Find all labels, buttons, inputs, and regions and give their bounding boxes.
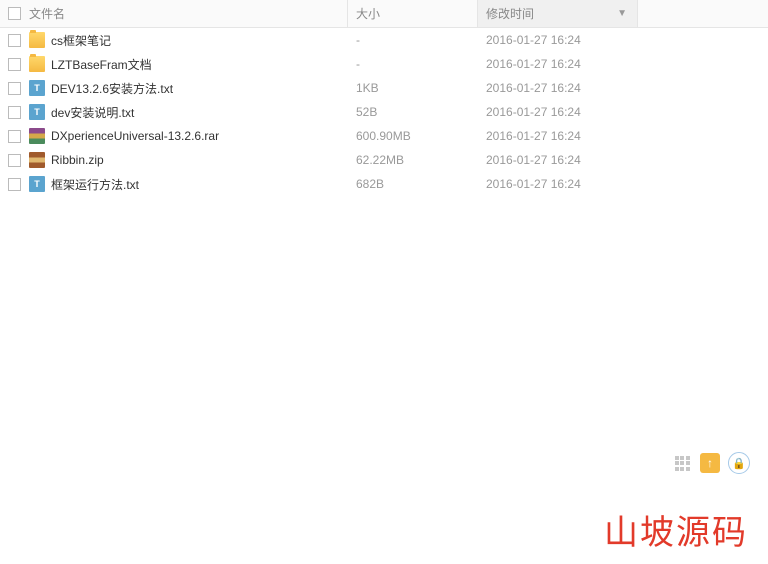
rar-icon — [29, 128, 45, 144]
file-row[interactable]: DXperienceUniversal-13.2.6.rar 600.90MB20… — [0, 124, 768, 148]
file-row[interactable]: Tdev安装说明.txt52B2016-01-27 16:24 — [0, 100, 768, 124]
file-size-cell: 682B — [348, 177, 478, 191]
file-list: cs框架笔记-2016-01-27 16:24LZTBaseFram文档-201… — [0, 28, 768, 196]
row-checkbox[interactable] — [8, 178, 21, 191]
file-row[interactable]: cs框架笔记 -2016-01-27 16:24 — [0, 28, 768, 52]
watermark-text: 山坡源码 — [604, 505, 748, 554]
table-header: 文件名 大小 修改时间 ▼ — [0, 0, 768, 28]
file-mtime-cell: 2016-01-27 16:24 — [478, 33, 638, 47]
upload-button[interactable]: ↑ — [700, 453, 720, 473]
file-size-cell: 1KB — [348, 81, 478, 95]
file-mtime-cell: 2016-01-27 16:24 — [478, 105, 638, 119]
file-size-cell: - — [348, 57, 478, 71]
zip-icon — [29, 152, 45, 168]
row-checkbox[interactable] — [8, 154, 21, 167]
file-size-cell: 52B — [348, 105, 478, 119]
column-label: 修改时间 — [486, 5, 534, 22]
column-header-mtime[interactable]: 修改时间 ▼ — [478, 0, 638, 27]
file-name-cell: T 框架运行方法.txt — [0, 176, 348, 193]
txt-icon: T — [29, 176, 45, 192]
select-all-checkbox[interactable] — [8, 7, 21, 20]
file-name-cell: cs框架笔记 — [0, 32, 348, 49]
file-name: cs框架笔记 — [51, 32, 111, 49]
row-checkbox[interactable] — [8, 34, 21, 47]
column-header-name[interactable]: 文件名 — [0, 0, 348, 27]
file-name: Ribbin.zip — [51, 153, 104, 167]
file-mtime-cell: 2016-01-27 16:24 — [478, 129, 638, 143]
grid-view-button[interactable] — [672, 453, 692, 473]
file-row[interactable]: T DEV13.2.6安装方法.txt 1KB2016-01-27 16:24 — [0, 76, 768, 100]
file-name: LZTBaseFram文档 — [51, 56, 152, 73]
txt-icon: T — [29, 80, 45, 96]
view-controls: ↑ 🔒 — [672, 452, 750, 474]
lock-button[interactable]: 🔒 — [728, 452, 750, 474]
file-row[interactable]: T 框架运行方法.txt 682B2016-01-27 16:24 — [0, 172, 768, 196]
file-row[interactable]: LZTBaseFram文档 -2016-01-27 16:24 — [0, 52, 768, 76]
file-name-cell: T DEV13.2.6安装方法.txt — [0, 80, 348, 97]
folder-icon — [29, 56, 45, 72]
file-name-cell: LZTBaseFram文档 — [0, 56, 348, 73]
file-mtime-cell: 2016-01-27 16:24 — [478, 57, 638, 71]
grid-view-icon — [675, 456, 690, 471]
column-header-size[interactable]: 大小 — [348, 0, 478, 27]
column-label: 大小 — [356, 5, 380, 22]
row-checkbox[interactable] — [8, 58, 21, 71]
folder-icon — [29, 32, 45, 48]
lock-icon: 🔒 — [732, 457, 746, 470]
file-mtime-cell: 2016-01-27 16:24 — [478, 153, 638, 167]
upload-icon: ↑ — [707, 456, 713, 470]
file-name: dev安装说明.txt — [51, 104, 134, 121]
file-mtime-cell: 2016-01-27 16:24 — [478, 177, 638, 191]
row-checkbox[interactable] — [8, 106, 21, 119]
file-name: DEV13.2.6安装方法.txt — [51, 80, 173, 97]
column-label: 文件名 — [29, 5, 65, 22]
row-checkbox[interactable] — [8, 82, 21, 95]
file-mtime-cell: 2016-01-27 16:24 — [478, 81, 638, 95]
file-name-cell: DXperienceUniversal-13.2.6.rar — [0, 128, 348, 144]
row-checkbox[interactable] — [8, 130, 21, 143]
file-size-cell: - — [348, 33, 478, 47]
file-name-cell: Ribbin.zip — [0, 152, 348, 168]
file-size-cell: 62.22MB — [348, 153, 478, 167]
txt-icon: T — [29, 104, 45, 120]
file-name: DXperienceUniversal-13.2.6.rar — [51, 129, 219, 143]
file-name-cell: Tdev安装说明.txt — [0, 104, 348, 121]
file-row[interactable]: Ribbin.zip 62.22MB2016-01-27 16:24 — [0, 148, 768, 172]
file-name: 框架运行方法.txt — [51, 176, 139, 193]
sort-desc-icon: ▼ — [617, 8, 627, 19]
file-size-cell: 600.90MB — [348, 129, 478, 143]
